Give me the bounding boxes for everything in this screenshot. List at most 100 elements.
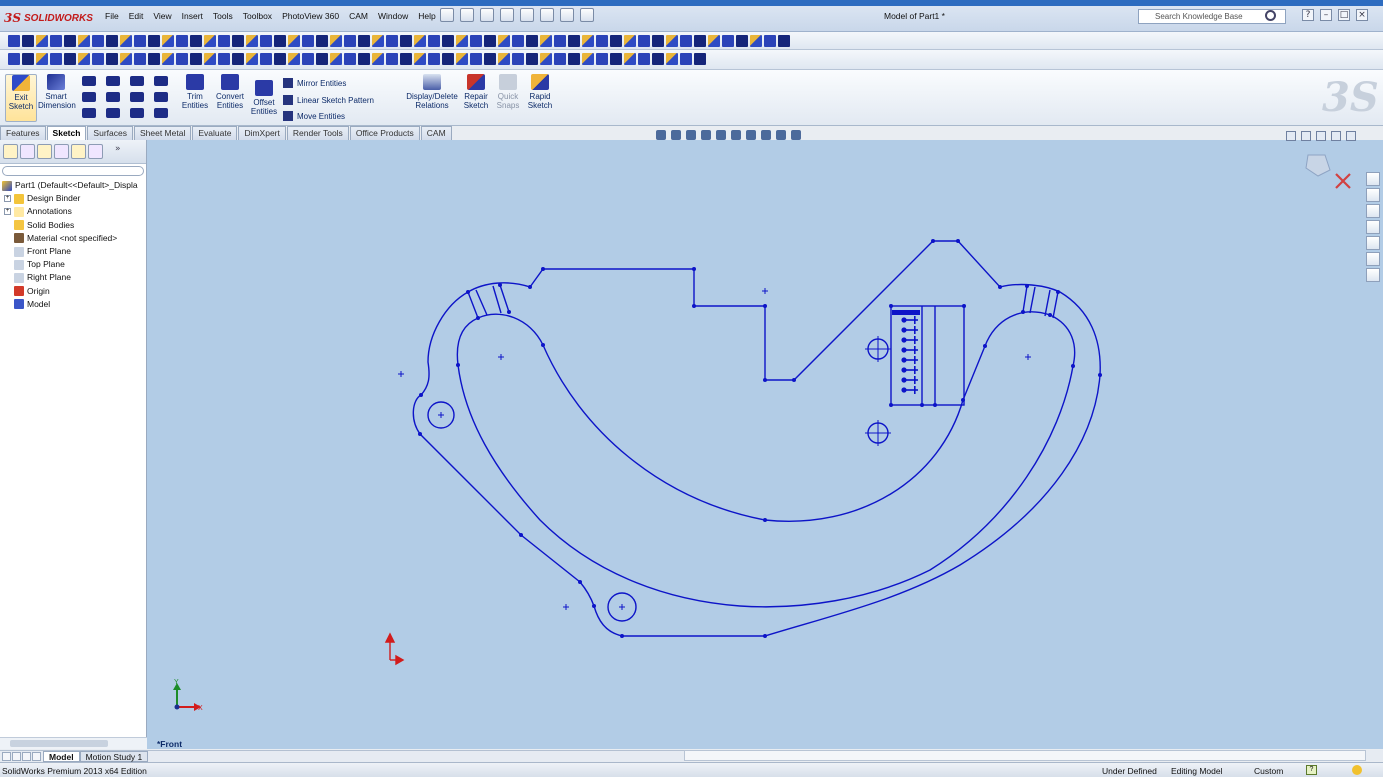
offset-entities-button[interactable]: Offset Entities xyxy=(249,80,279,116)
graphics-horizontal-scrollbar[interactable] xyxy=(684,750,1366,761)
view-tool-31-icon[interactable] xyxy=(428,53,440,65)
view-tool-42-icon[interactable] xyxy=(582,53,594,65)
sketch-tool-44-icon[interactable] xyxy=(610,35,622,47)
first-tab-icon[interactable] xyxy=(2,752,11,761)
view-tool-1-icon[interactable] xyxy=(8,53,20,65)
view-palette-icon[interactable] xyxy=(1366,236,1380,250)
tab-surfaces[interactable]: Surfaces xyxy=(87,126,133,140)
move-entities-button[interactable]: Move Entities xyxy=(283,111,345,121)
view-tool-27-icon[interactable] xyxy=(372,53,384,65)
sketch-tool-22-icon[interactable] xyxy=(302,35,314,47)
rectangle-tool-icon[interactable] xyxy=(82,92,96,102)
custom-properties-icon[interactable] xyxy=(1366,268,1380,282)
feature-manager-tab-icon[interactable] xyxy=(3,144,18,159)
view-tool-17-icon[interactable] xyxy=(232,53,244,65)
prev-tab-icon[interactable] xyxy=(12,752,21,761)
last-tab-icon[interactable] xyxy=(32,752,41,761)
view-tool-22-icon[interactable] xyxy=(302,53,314,65)
text-tool-icon[interactable] xyxy=(154,92,168,102)
tile-2-icon[interactable] xyxy=(1301,131,1311,141)
sketch-tool-23-icon[interactable] xyxy=(316,35,328,47)
cam-manager-tab-icon[interactable] xyxy=(88,144,103,159)
doc-restore-icon[interactable] xyxy=(1331,131,1341,141)
menu-edit[interactable]: Edit xyxy=(128,10,145,22)
sketch-tool-54-icon[interactable] xyxy=(750,35,762,47)
view-tool-30-icon[interactable] xyxy=(414,53,426,65)
fillet-tool-icon[interactable] xyxy=(130,108,144,118)
resources-icon[interactable] xyxy=(1366,172,1380,186)
view-tool-13-icon[interactable] xyxy=(176,53,188,65)
menu-help[interactable]: Help xyxy=(417,10,436,22)
sketch-tool-38-icon[interactable] xyxy=(526,35,538,47)
sketch-tool-55-icon[interactable] xyxy=(764,35,776,47)
tab-office-products[interactable]: Office Products xyxy=(349,126,420,140)
sketch-tool-37-icon[interactable] xyxy=(512,35,524,47)
view-tool-11-icon[interactable] xyxy=(148,53,160,65)
restore-icon[interactable]: □ xyxy=(1338,9,1350,21)
menu-tools[interactable]: Tools xyxy=(212,10,234,22)
sketch-tool-49-icon[interactable] xyxy=(680,35,692,47)
sketch-tool-41-icon[interactable] xyxy=(568,35,580,47)
view-tool-24-icon[interactable] xyxy=(330,53,342,65)
view-tool-8-icon[interactable] xyxy=(106,53,118,65)
slot-tool-icon[interactable] xyxy=(154,76,168,86)
sketch-tool-53-icon[interactable] xyxy=(736,35,748,47)
search-icon[interactable] xyxy=(1265,10,1276,21)
panel-horizontal-scrollbar[interactable] xyxy=(0,737,147,749)
sketch-tool-12-icon[interactable] xyxy=(162,35,174,47)
view-tool-37-icon[interactable] xyxy=(512,53,524,65)
sketch-tool-14-icon[interactable] xyxy=(190,35,202,47)
arc-tool-icon[interactable] xyxy=(106,108,120,118)
ellipse-tool-icon[interactable] xyxy=(130,92,144,102)
menu-insert[interactable]: Insert xyxy=(181,10,204,22)
sketch-tool-43-icon[interactable] xyxy=(596,35,608,47)
next-tab-icon[interactable] xyxy=(22,752,31,761)
sketch-tool-10-icon[interactable] xyxy=(134,35,146,47)
scroll-thumb[interactable] xyxy=(10,740,108,747)
view-tool-35-icon[interactable] xyxy=(484,53,496,65)
dimxpert-manager-tab-icon[interactable] xyxy=(54,144,69,159)
polygon-tool-icon[interactable] xyxy=(106,92,120,102)
apply-scene-icon[interactable] xyxy=(776,130,786,140)
sketch-tool-39-icon[interactable] xyxy=(540,35,552,47)
view-tool-15-icon[interactable] xyxy=(204,53,216,65)
sketch-tool-3-icon[interactable] xyxy=(36,35,48,47)
home-icon[interactable] xyxy=(1366,188,1380,202)
view-tool-44-icon[interactable] xyxy=(610,53,622,65)
expand-icon[interactable]: + xyxy=(4,208,11,216)
options-icon[interactable] xyxy=(580,8,594,22)
confirmation-corner[interactable] xyxy=(1305,154,1351,189)
tree-item-model[interactable]: Model xyxy=(2,298,144,311)
view-tool-2-icon[interactable] xyxy=(22,53,34,65)
sketch-tool-34-icon[interactable] xyxy=(470,35,482,47)
view-tool-10-icon[interactable] xyxy=(134,53,146,65)
sketch-tool-2-icon[interactable] xyxy=(22,35,34,47)
close-icon[interactable]: × xyxy=(1356,9,1368,21)
sketch-tool-19-icon[interactable] xyxy=(260,35,272,47)
mirror-entities-button[interactable]: Mirror Entities xyxy=(283,78,346,88)
menu-toolbox[interactable]: Toolbox xyxy=(242,10,273,22)
sketch-tool-46-icon[interactable] xyxy=(638,35,650,47)
tree-item-top[interactable]: Top Plane xyxy=(2,258,144,271)
repair-sketch-button[interactable]: Repair Sketch xyxy=(462,74,490,110)
file-explorer-icon[interactable] xyxy=(1366,220,1380,234)
display-delete-relations-button[interactable]: Display/Delete Relations xyxy=(404,74,460,110)
view-tool-23-icon[interactable] xyxy=(316,53,328,65)
sketch-canvas[interactable]: Y X xyxy=(147,140,1383,749)
menu-view[interactable]: View xyxy=(152,10,172,22)
sketch-tool-6-icon[interactable] xyxy=(78,35,90,47)
display-manager-tab-icon[interactable] xyxy=(71,144,86,159)
tree-item-material[interactable]: Material <not specified> xyxy=(2,232,144,245)
tree-item-design[interactable]: + Design Binder xyxy=(2,192,144,205)
sketch-tool-8-icon[interactable] xyxy=(106,35,118,47)
tree-item-origin[interactable]: Origin xyxy=(2,285,144,298)
view-tool-7-icon[interactable] xyxy=(92,53,104,65)
view-tool-33-icon[interactable] xyxy=(456,53,468,65)
sketch-tool-35-icon[interactable] xyxy=(484,35,496,47)
sketch-tool-32-icon[interactable] xyxy=(442,35,454,47)
view-tool-26-icon[interactable] xyxy=(358,53,370,65)
sketch-tool-13-icon[interactable] xyxy=(176,35,188,47)
tab-dimxpert[interactable]: DimXpert xyxy=(238,126,286,140)
open-folder-icon[interactable] xyxy=(460,8,474,22)
smart-dimension-button[interactable]: Smart Dimension xyxy=(38,74,76,110)
